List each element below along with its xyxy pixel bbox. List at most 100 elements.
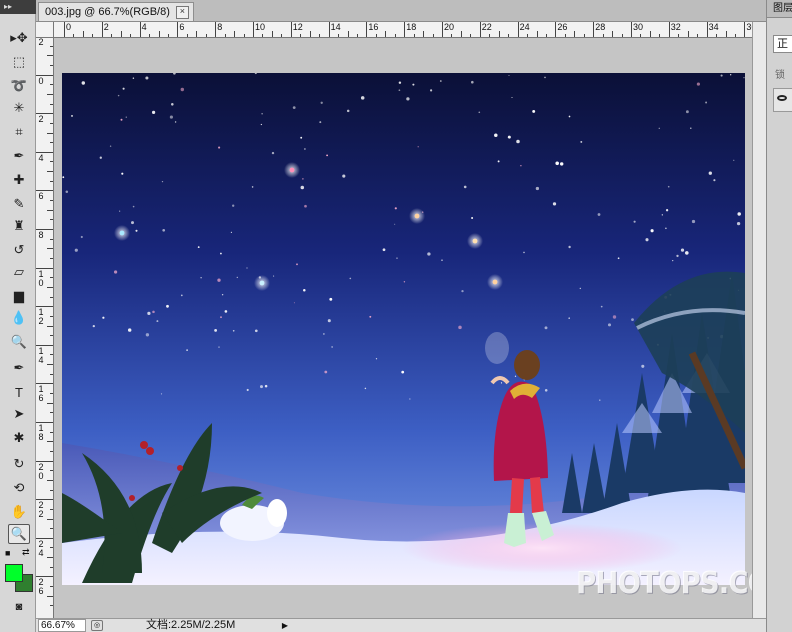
path-selection-tool[interactable]: ➤ (8, 404, 30, 424)
status-preview-icon[interactable]: ◎ (91, 620, 103, 631)
hand-tool[interactable]: ✋ (8, 502, 30, 522)
zoom-level-field[interactable]: 66.67% (38, 619, 86, 632)
vertical-scrollbar[interactable] (752, 22, 766, 618)
quick-mask-button[interactable]: ◙ (8, 597, 30, 617)
ruler-minor-tick (574, 31, 576, 37)
ruler-label: 14 (38, 345, 44, 365)
ruler-tick (593, 22, 595, 37)
ruler-origin[interactable] (36, 22, 54, 38)
ruler-label: 28 (595, 22, 606, 32)
ruler-tick (706, 22, 708, 37)
lasso-tool[interactable]: ➰ (8, 76, 30, 96)
ruler-tick (290, 22, 292, 37)
ruler-label: 2 (38, 114, 44, 125)
pen-tool[interactable]: ✒ (8, 358, 30, 378)
ruler-tick (479, 22, 481, 37)
healing-brush-tool[interactable]: ✚ (8, 170, 30, 190)
blend-mode-select[interactable]: 正 (773, 35, 792, 53)
vertical-ruler[interactable]: 202468101214161820222426 (36, 38, 54, 618)
ruler-label: 20 (38, 461, 44, 481)
ruler-label: 14 (330, 22, 341, 32)
ruler-minor-tick (527, 34, 529, 37)
ruler-minor-tick (423, 31, 425, 37)
ruler-label: 12 (38, 307, 44, 327)
ruler-minor-tick (356, 34, 358, 37)
ruler-label: 20 (444, 22, 455, 32)
ruler-label: 2 (38, 38, 44, 47)
document-tab-bar: 003.jpg @ 66.7%(RGB/8) × (36, 0, 766, 22)
ruler-minor-tick (659, 34, 661, 37)
tools-panel: ▸▸ ▸✥ ⬚ ➰ ✳ ⌗ ✒ ✚ ✎ ♜ ↺ ▱ ▆ 💧 🔍 ✒ T ➤ ✱ ↻ ⟲ ✋ 🔍 ■ ⇄ ◙ (0, 0, 36, 632)
ruler-minor-tick (50, 508, 53, 510)
ruler-minor-tick (47, 557, 53, 559)
eyedropper-tool[interactable]: ✒ (8, 146, 30, 166)
document-image[interactable] (62, 73, 745, 585)
swap-colors-icon[interactable]: ⇄ (22, 547, 30, 558)
ruler-minor-tick (734, 34, 736, 37)
ruler-minor-tick (50, 257, 53, 259)
ruler-tick (366, 22, 368, 37)
eraser-tool[interactable]: ▱ (8, 262, 30, 282)
ruler-tick (139, 22, 141, 37)
custom-shape-tool[interactable]: ✱ (8, 428, 30, 448)
crop-tool[interactable]: ⌗ (8, 122, 30, 142)
zoom-tool[interactable]: 🔍 (8, 524, 30, 544)
marquee-tool[interactable]: ⬚ (8, 52, 30, 72)
ruler-label: 0 (38, 75, 44, 86)
tools-panel-grip[interactable]: ▸▸ (0, 0, 36, 14)
ruler-minor-tick (50, 296, 53, 298)
ruler-minor-tick (508, 34, 510, 37)
blur-tool[interactable]: 💧 (8, 308, 30, 328)
ruler-minor-tick (564, 34, 566, 37)
layers-panel-tab[interactable]: 图层 (767, 0, 792, 18)
ruler-minor-tick (47, 55, 53, 57)
ruler-minor-tick (47, 286, 53, 288)
ruler-minor-tick (262, 34, 264, 37)
ruler-label: 26 (38, 577, 44, 597)
layers-panel: 图层 正 锁 (766, 0, 792, 632)
ruler-minor-tick (47, 171, 53, 173)
ruler-minor-tick (640, 34, 642, 37)
quick-selection-tool[interactable]: ✳ (8, 98, 30, 118)
history-brush-tool[interactable]: ↺ (8, 240, 30, 260)
ruler-minor-tick (612, 31, 614, 37)
type-tool[interactable]: T (8, 382, 30, 402)
ruler-minor-tick (300, 34, 302, 37)
ruler-label: 24 (38, 538, 44, 558)
gradient-tool[interactable]: ▆ (8, 286, 30, 306)
ruler-minor-tick (498, 31, 500, 37)
ruler-minor-tick (50, 470, 53, 472)
move-tool[interactable]: ▸✥ (8, 28, 30, 48)
night-sky-illustration (62, 73, 745, 585)
layer-row[interactable] (773, 88, 792, 112)
clone-stamp-tool[interactable]: ♜ (8, 216, 30, 236)
ruler-minor-tick (224, 34, 226, 37)
ruler-minor-tick (73, 34, 75, 37)
document-tab[interactable]: 003.jpg @ 66.7%(RGB/8) × (38, 2, 194, 21)
ruler-label: 24 (519, 22, 530, 32)
close-icon[interactable]: × (175, 5, 189, 19)
horizontal-ruler[interactable]: 024681012141618202224262830323436 (54, 22, 752, 38)
ruler-minor-tick (545, 34, 547, 37)
ruler-tick (64, 22, 65, 37)
ruler-minor-tick (50, 393, 53, 395)
ruler-minor-tick (413, 34, 415, 37)
eye-icon[interactable] (777, 95, 787, 101)
ruler-tick (668, 22, 670, 37)
ruler-label: 18 (38, 423, 44, 442)
3d-rotate-tool[interactable]: ↻ (8, 454, 30, 474)
ruler-minor-tick (716, 34, 718, 37)
3d-orbit-tool[interactable]: ⟲ (8, 478, 30, 498)
ruler-minor-tick (47, 248, 53, 250)
ruler-minor-tick (47, 325, 53, 327)
ruler-minor-tick (50, 142, 53, 144)
foreground-color-swatch[interactable] (5, 564, 23, 582)
ruler-label: 32 (670, 22, 681, 32)
status-menu-arrow-icon[interactable]: ▶ (280, 620, 290, 631)
ruler-minor-tick (50, 122, 53, 124)
default-colors-icon[interactable]: ■ (5, 548, 10, 558)
ruler-minor-tick (50, 180, 53, 182)
dodge-tool[interactable]: 🔍 (8, 332, 30, 352)
brush-tool[interactable]: ✎ (8, 194, 30, 214)
ruler-minor-tick (451, 34, 453, 37)
